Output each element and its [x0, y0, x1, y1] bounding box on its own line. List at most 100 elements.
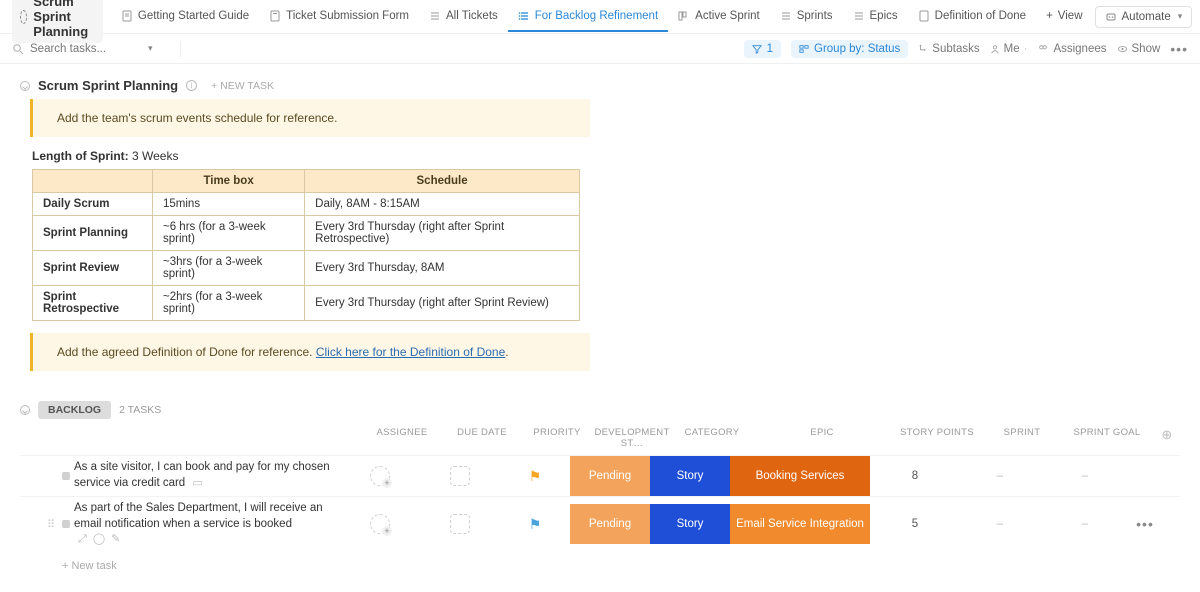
- tab-sprints[interactable]: Sprints: [770, 2, 843, 32]
- flag-icon: ⚑: [529, 516, 542, 532]
- collapse-icon[interactable]: [20, 81, 30, 91]
- task-row[interactable]: ⠿ As part of the Sales Department, I wil…: [20, 496, 1180, 552]
- backlog-section: BACKLOG 2 TASKS ASSIGNEE DUE DATE PRIORI…: [0, 391, 1200, 592]
- filter-icon: [752, 44, 762, 54]
- tab-backlog-refinement[interactable]: For Backlog Refinement: [508, 2, 668, 32]
- collapse-icon[interactable]: [20, 405, 30, 415]
- table-row: Sprint Planning ~6 hrs (for a 3-week spr…: [33, 216, 580, 251]
- toolbar: ▾ 1 Group by: Status Subtasks Me · Assig…: [0, 34, 1200, 64]
- tab-ticket-submission[interactable]: Ticket Submission Form: [259, 2, 419, 32]
- points-cell[interactable]: 5: [870, 518, 960, 530]
- task-count: 2 TASKS: [119, 404, 161, 416]
- info-icon[interactable]: i: [186, 80, 197, 91]
- group-icon: [799, 44, 809, 54]
- row-more-button[interactable]: •••: [1130, 516, 1160, 532]
- status-dot[interactable]: [62, 520, 70, 528]
- goal-cell[interactable]: –: [1040, 470, 1130, 482]
- assignee-placeholder-icon: [370, 514, 390, 534]
- task-name[interactable]: As a site visitor, I can book and pay fo…: [74, 456, 340, 495]
- more-button[interactable]: •••: [1170, 41, 1188, 57]
- person-icon: [990, 44, 1000, 54]
- callout-schedule: Add the team's scrum events schedule for…: [30, 99, 590, 137]
- add-column[interactable]: ⊕: [1152, 427, 1182, 449]
- list-icon: [853, 10, 865, 22]
- topbar: Scrum Sprint Planning Getting Started Gu…: [0, 0, 1200, 34]
- category-cell[interactable]: Story: [650, 456, 730, 496]
- filter-pill[interactable]: 1: [744, 40, 781, 58]
- devstatus-cell[interactable]: Pending: [570, 504, 650, 544]
- people-icon: [1037, 44, 1049, 54]
- me-toggle[interactable]: Me ·: [990, 43, 1028, 55]
- search-icon: [12, 43, 24, 55]
- goal-cell[interactable]: –: [1040, 518, 1130, 530]
- epic-cell[interactable]: Email Service Integration: [730, 504, 870, 544]
- drag-handle[interactable]: ⠿: [40, 518, 62, 531]
- show-toggle[interactable]: Show: [1117, 43, 1161, 55]
- sprint-cell[interactable]: –: [960, 470, 1040, 482]
- duedate-cell[interactable]: [420, 514, 500, 534]
- th-schedule: Schedule: [305, 170, 580, 193]
- status-dot[interactable]: [62, 472, 70, 480]
- column-headers: ASSIGNEE DUE DATE PRIORITY DEVELOPMENT S…: [20, 423, 1180, 455]
- duedate-cell[interactable]: [420, 466, 500, 486]
- table-row: Sprint Retrospective ~2hrs (for a 3-week…: [33, 286, 580, 321]
- search-input[interactable]: [30, 43, 140, 55]
- tab-all-tickets[interactable]: All Tickets: [419, 2, 508, 32]
- tab-getting-started[interactable]: Getting Started Guide: [111, 2, 259, 32]
- priority-cell[interactable]: ⚑: [500, 516, 570, 533]
- expand-icon[interactable]: ⤢: [78, 532, 87, 547]
- col-devstatus[interactable]: DEVELOPMENT ST…: [592, 427, 672, 449]
- chevron-down-icon[interactable]: ▾: [148, 43, 153, 54]
- col-sprint[interactable]: SPRINT: [982, 427, 1062, 449]
- tab-definition-of-done[interactable]: Definition of Done: [908, 2, 1036, 32]
- chevron-down-icon: ▾: [1178, 11, 1183, 22]
- edit-icon[interactable]: ✎: [111, 532, 120, 547]
- calendar-placeholder-icon: [450, 514, 470, 534]
- dod-link[interactable]: Click here for the Definition of Done: [316, 345, 505, 359]
- assignee-cell[interactable]: [340, 514, 420, 534]
- assignees-toggle[interactable]: Assignees: [1037, 43, 1106, 55]
- col-epic[interactable]: EPIC: [752, 427, 892, 449]
- automate-button[interactable]: Automate ▾: [1095, 6, 1193, 28]
- col-points[interactable]: STORY POINTS: [892, 427, 982, 449]
- col-priority[interactable]: PRIORITY: [522, 427, 592, 449]
- status-pill[interactable]: BACKLOG: [38, 401, 111, 419]
- assignee-cell[interactable]: [340, 466, 420, 486]
- task-name[interactable]: As part of the Sales Department, I will …: [74, 497, 340, 552]
- category-cell[interactable]: Story: [650, 504, 730, 544]
- priority-cell[interactable]: ⚑: [500, 468, 570, 485]
- groupby-pill[interactable]: Group by: Status: [791, 40, 908, 58]
- subtasks-toggle[interactable]: Subtasks: [918, 43, 979, 55]
- col-goal[interactable]: SPRINT GOAL: [1062, 427, 1152, 449]
- col-assignee[interactable]: ASSIGNEE: [362, 427, 442, 449]
- hover-icons: ⤢ ◯ ✎: [78, 532, 120, 547]
- content: Scrum Sprint Planning i + NEW TASK Add t…: [0, 64, 1200, 391]
- table-row: Daily Scrum 15mins Daily, 8AM - 8:15AM: [33, 193, 580, 216]
- add-view-button[interactable]: + View: [1036, 2, 1092, 32]
- eye-icon: [1117, 44, 1128, 54]
- new-task-button[interactable]: + New task: [20, 552, 1180, 572]
- new-task-inline[interactable]: + NEW TASK: [211, 80, 274, 92]
- toolbar-right: 1 Group by: Status Subtasks Me · Assigne…: [744, 40, 1188, 58]
- search-wrap[interactable]: ▾: [12, 43, 172, 55]
- top-actions: Automate ▾ Share: [1095, 6, 1200, 28]
- space-icon: [20, 10, 27, 24]
- tab-active-sprint[interactable]: Active Sprint: [668, 2, 770, 32]
- plus-icon: +: [1046, 10, 1053, 22]
- sprint-cell[interactable]: –: [960, 518, 1040, 530]
- epic-cell[interactable]: Booking Services: [730, 456, 870, 496]
- col-category[interactable]: CATEGORY: [672, 427, 752, 449]
- col-duedate[interactable]: DUE DATE: [442, 427, 522, 449]
- tag-icon[interactable]: ◯: [93, 532, 105, 547]
- points-cell[interactable]: 8: [870, 470, 960, 482]
- list-header: Scrum Sprint Planning i + NEW TASK: [20, 78, 1180, 93]
- list-title: Scrum Sprint Planning: [38, 78, 178, 93]
- tab-epics[interactable]: Epics: [843, 2, 908, 32]
- sprint-length: Length of Sprint: 3 Weeks: [32, 149, 1180, 163]
- task-row[interactable]: As a site visitor, I can book and pay fo…: [20, 455, 1180, 496]
- note-icon[interactable]: ▭: [192, 476, 202, 491]
- form-icon: [269, 10, 281, 22]
- devstatus-cell[interactable]: Pending: [570, 456, 650, 496]
- space-title[interactable]: Scrum Sprint Planning: [12, 0, 103, 43]
- group-header: BACKLOG 2 TASKS: [20, 401, 1180, 419]
